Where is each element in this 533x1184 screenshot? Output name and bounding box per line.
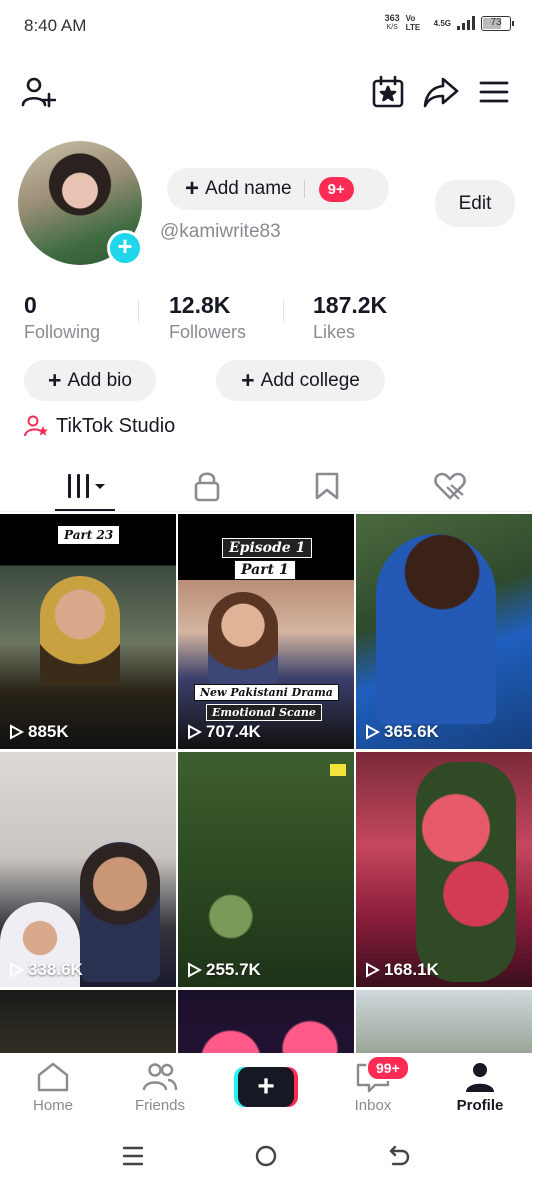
overlay-text: New Pakistani Drama	[194, 684, 339, 701]
stat-followers[interactable]: 12.8K Followers	[169, 292, 246, 343]
view-count: 168.1K	[364, 960, 439, 980]
videos-grid-icon	[67, 474, 105, 498]
video-thumbnail[interactable]	[178, 990, 354, 1054]
notification-badge: 9+	[318, 176, 354, 202]
nav-home[interactable]: Home	[8, 1061, 98, 1114]
stat-likes[interactable]: 187.2K Likes	[313, 292, 387, 343]
inbox-badge: 99+	[366, 1055, 410, 1081]
video-thumbnail[interactable]: 168.1K	[356, 752, 532, 987]
add-name-label: Add name	[205, 178, 292, 199]
add-college-button[interactable]: + Add college	[216, 360, 385, 401]
play-icon	[188, 724, 202, 740]
overlay-text: Part 1	[234, 560, 296, 580]
volte-indicator: Vo LTE	[405, 14, 421, 32]
signal-icon	[457, 16, 475, 30]
active-tab-indicator	[55, 509, 115, 511]
video-thumbnail[interactable]: 255.7K	[178, 752, 354, 987]
overlay-text: Emotional Scane	[206, 704, 322, 721]
video-grid: Part 23 885K Episode 1 Part 1 New Pakist…	[0, 514, 533, 1054]
bookmark-icon	[315, 472, 338, 500]
play-icon	[10, 962, 24, 978]
view-count: 707.4K	[186, 722, 261, 742]
battery-icon: 73	[481, 15, 514, 31]
view-count: 365.6K	[364, 722, 439, 742]
nav-friends[interactable]: Friends	[115, 1061, 205, 1114]
recent-apps-icon[interactable]	[118, 1141, 148, 1171]
tab-videos[interactable]	[20, 460, 153, 512]
plus-icon: +	[241, 367, 255, 393]
plus-icon: +	[48, 367, 62, 393]
status-time: 8:40 AM	[24, 16, 87, 35]
edit-profile-button[interactable]: Edit	[435, 180, 515, 227]
view-count: 885K	[8, 722, 69, 742]
add-bio-button[interactable]: + Add bio	[24, 360, 156, 401]
stat-following[interactable]: 0 Following	[24, 292, 100, 343]
overlay-text: Part 23	[58, 526, 120, 544]
lock-icon	[194, 472, 219, 502]
studio-icon	[24, 415, 48, 437]
overlay-text: Episode 1	[222, 538, 313, 558]
add-friend-icon[interactable]	[18, 72, 58, 112]
home-circle-icon[interactable]	[251, 1141, 281, 1171]
view-count: 338.6K	[8, 960, 83, 980]
nav-profile[interactable]: Profile	[435, 1061, 525, 1114]
creator-calendar-icon[interactable]	[368, 72, 408, 112]
video-thumbnail[interactable]: 365.6K	[356, 514, 532, 749]
tiktok-studio-link[interactable]: TikTok Studio	[24, 414, 175, 438]
add-photo-icon[interactable]: +	[107, 230, 143, 266]
net-speed: 363 K/S	[384, 13, 400, 32]
profile-tabs	[0, 460, 533, 512]
liked-heart-icon	[433, 472, 466, 500]
status-indicators: 363 K/S Vo LTE 4.5G 73	[384, 13, 514, 32]
status-bar: 8:40 AM 363 K/S Vo LTE 4.5G 73	[0, 0, 533, 52]
home-icon	[37, 1062, 69, 1092]
play-icon	[188, 962, 202, 978]
share-icon[interactable]	[421, 72, 461, 112]
tab-liked[interactable]	[383, 460, 516, 512]
username: @kamiwrite83	[160, 221, 281, 242]
tab-private[interactable]	[140, 460, 273, 512]
tab-favorites[interactable]	[260, 460, 393, 512]
create-button[interactable]: +	[234, 1067, 298, 1107]
video-thumbnail[interactable]: Part 23 885K	[0, 514, 176, 749]
plus-icon: +	[185, 175, 200, 202]
bottom-nav: Home Friends + Inbox Profile	[0, 1053, 533, 1123]
play-icon	[10, 724, 24, 740]
add-name-button[interactable]: + Add name 9+	[167, 168, 389, 210]
profile-icon	[466, 1063, 494, 1092]
menu-icon[interactable]	[474, 72, 514, 112]
video-thumbnail[interactable]	[0, 990, 176, 1054]
back-icon[interactable]	[384, 1141, 414, 1171]
video-thumbnail[interactable]	[356, 990, 532, 1054]
view-count: 255.7K	[186, 960, 261, 980]
system-nav-bar	[0, 1123, 533, 1184]
video-thumbnail[interactable]: Episode 1 Part 1 New Pakistani Drama Emo…	[178, 514, 354, 749]
video-thumbnail[interactable]: 338.6K	[0, 752, 176, 987]
play-icon	[366, 724, 380, 740]
plus-icon: +	[238, 1067, 294, 1107]
play-icon	[366, 962, 380, 978]
friends-icon	[142, 1063, 178, 1091]
network-type: 4.5G	[433, 18, 451, 28]
